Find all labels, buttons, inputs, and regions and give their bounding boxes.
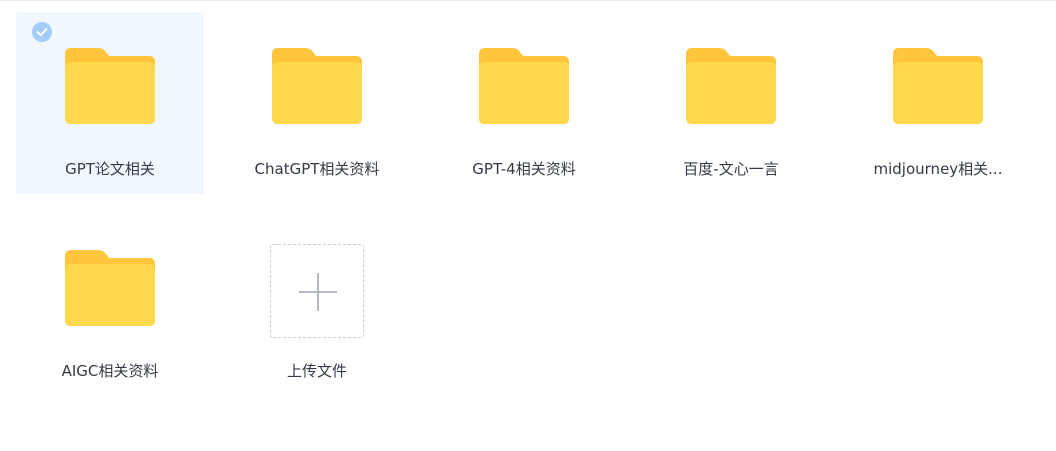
folder-label: AIGC相关资料	[61, 362, 159, 380]
folder-tile-gpt4[interactable]: GPT-4相关资料	[430, 12, 618, 194]
selected-check-icon[interactable]	[32, 22, 52, 42]
folder-tile-midjourney[interactable]: midjourney相关...	[844, 12, 1032, 194]
folder-icon	[479, 48, 569, 124]
file-grid: GPT论文相关 ChatGPT相关资料 GPT-4相关资料 百度-文心一言 mi…	[0, 0, 1056, 451]
folder-tile-gpt-papers[interactable]: GPT论文相关	[16, 12, 204, 194]
folder-tile-chatgpt[interactable]: ChatGPT相关资料	[223, 12, 411, 194]
folder-icon	[893, 48, 983, 124]
folder-icon	[65, 48, 155, 124]
folder-label: midjourney相关...	[873, 160, 1003, 178]
upload-file-tile[interactable]: 上传文件	[223, 214, 411, 396]
folder-tile-baidu-ernie[interactable]: 百度-文心一言	[637, 12, 825, 194]
folder-icon	[686, 48, 776, 124]
folder-label: GPT-4相关资料	[472, 160, 576, 178]
folder-label: GPT论文相关	[65, 160, 155, 178]
upload-label: 上传文件	[286, 362, 347, 380]
folder-icon	[272, 48, 362, 124]
plus-icon	[299, 273, 337, 311]
folder-label: 百度-文心一言	[683, 160, 779, 178]
folder-icon	[65, 250, 155, 326]
upload-button[interactable]	[270, 244, 364, 338]
folder-label: ChatGPT相关资料	[254, 160, 380, 178]
folder-tile-aigc[interactable]: AIGC相关资料	[16, 214, 204, 396]
